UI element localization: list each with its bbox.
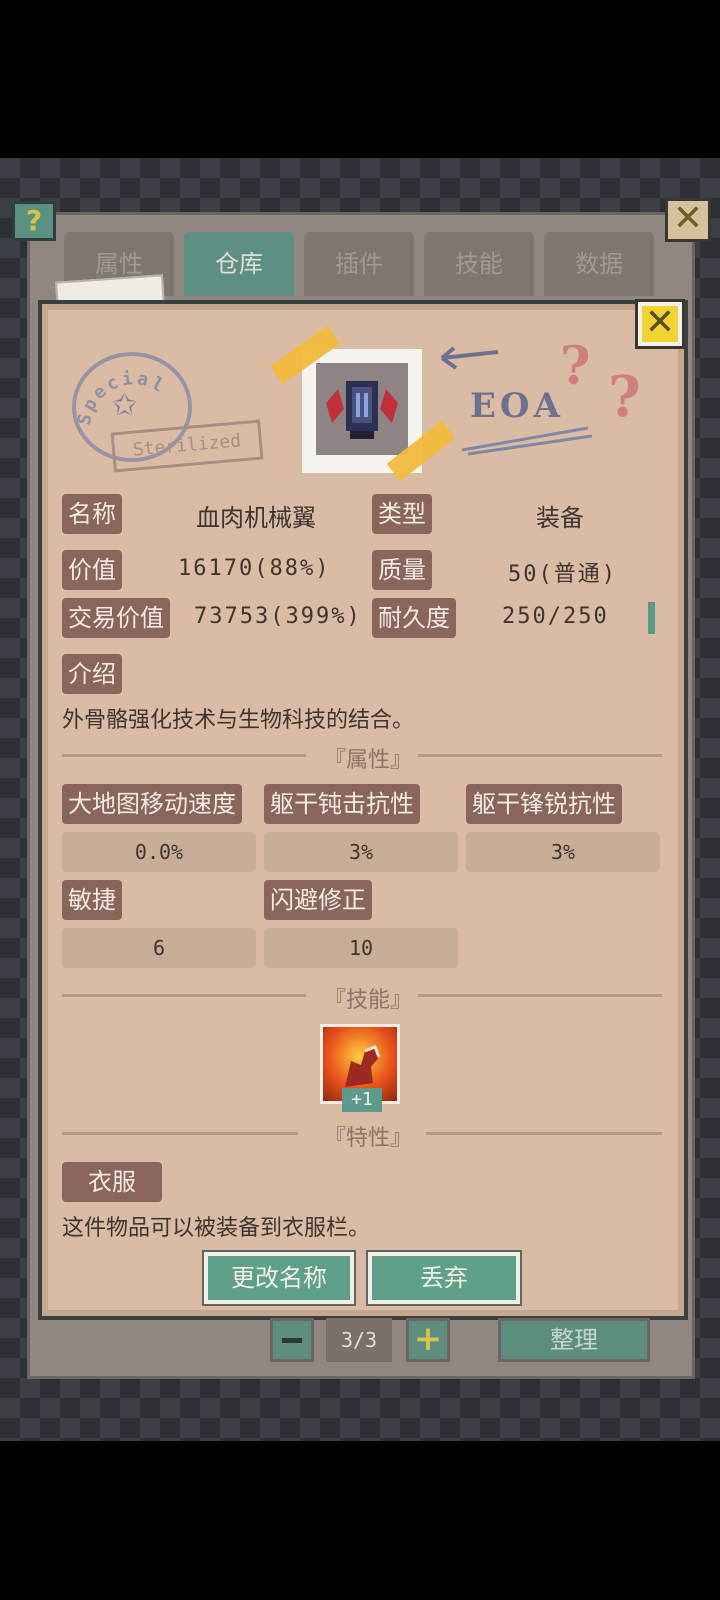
question-mark-decoration: ? [608,364,641,430]
price-value: 16170(88%) [178,556,331,581]
stat-value: 10 [264,928,458,968]
close-panel-button[interactable]: ✕ [665,198,711,242]
intro-text: 外骨骼强化技术与生物科技的结合。 [62,708,415,733]
trade-value: 73753(399%) [194,604,362,629]
quality-value: 50(普通) [508,562,617,587]
quality-label: 质量 [372,550,432,590]
name-label: 名称 [62,494,122,534]
type-value: 装备 [536,504,584,532]
stat-value: 0.0% [62,832,256,872]
divider [418,994,662,997]
arrow-left-icon [440,346,499,370]
scribble-lines [461,426,593,456]
stat-label: 躯干钝击抗性 [264,784,420,824]
stat-label: 躯干锋锐抗性 [466,784,622,824]
stat-value: 3% [264,832,458,872]
divider [418,754,662,757]
trade-value-label: 交易价值 [62,598,170,638]
help-button[interactable]: ? [12,201,56,241]
tab-skills[interactable]: 技能 [424,232,534,296]
skills-title: 『技能』 [324,988,413,1013]
divider [62,994,306,997]
stat-value: 6 [62,928,256,968]
intro-label: 介绍 [62,654,122,694]
trait-text: 这件物品可以被装备到衣服栏。 [62,1216,371,1241]
divider [426,1132,662,1135]
tab-plugins[interactable]: 插件 [304,232,414,296]
skill-level-badge: +1 [342,1088,382,1112]
question-mark-decoration: ? [560,336,591,397]
stat-label: 敏捷 [62,880,122,920]
next-page-button[interactable]: + [406,1318,450,1362]
divider [62,1132,298,1135]
star-icon: ✩ [112,388,138,423]
sort-button[interactable]: 整理 [498,1318,650,1362]
scrollbar-thumb[interactable] [648,602,655,634]
trait-tag: 衣服 [62,1162,162,1202]
rename-button[interactable]: 更改名称 [202,1250,356,1306]
close-card-button[interactable]: ✕ [635,299,685,349]
tab-storage[interactable]: 仓库 [184,232,294,296]
tab-data[interactable]: 数据 [544,232,654,296]
durability-label: 耐久度 [372,598,456,638]
price-label: 价值 [62,550,122,590]
stat-label: 大地图移动速度 [62,784,242,824]
stat-value: 3% [466,832,660,872]
divider [62,754,306,757]
type-label: 类型 [372,494,432,534]
attributes-title: 『属性』 [324,748,413,773]
item-icon [316,363,408,455]
name-value: 血肉机械翼 [196,504,316,532]
discard-button[interactable]: 丢弃 [366,1250,522,1306]
previous-page-button[interactable] [270,1318,314,1362]
durability-value: 250/250 [502,604,609,629]
page-indicator: 3/3 [326,1318,392,1362]
stat-label: 闪避修正 [264,880,372,920]
traits-title: 『特性』 [324,1126,413,1151]
